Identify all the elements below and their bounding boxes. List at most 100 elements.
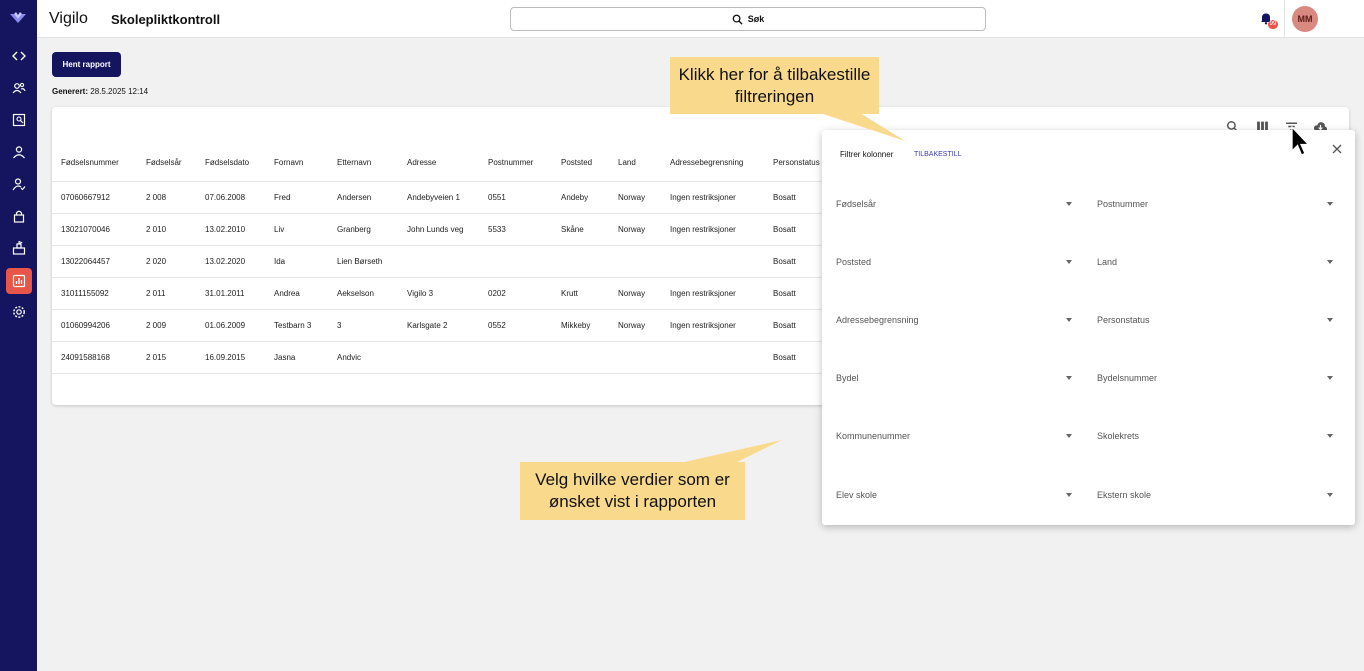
chevron-down-icon bbox=[1066, 434, 1072, 438]
reports-icon[interactable] bbox=[6, 268, 32, 294]
table-cell: Vigilo 3 bbox=[398, 277, 479, 310]
table-cell: Karlsgate 2 bbox=[398, 309, 479, 342]
filter-panel-title: Filtrer kolonner bbox=[840, 150, 894, 159]
filter-select-postnummer[interactable]: Postnummer bbox=[1097, 193, 1337, 215]
table-row[interactable]: 01060994206 2 009 01.06.2009 Testbarn 3 3 Kar… bbox=[52, 309, 822, 342]
generated-timestamp: Generert: 28.5.2025 12:14 bbox=[52, 87, 148, 96]
chevron-down-icon bbox=[1066, 318, 1072, 322]
column-header[interactable]: Etternavn bbox=[328, 145, 398, 182]
filter-select-skolekrets[interactable]: Skolekrets bbox=[1097, 425, 1337, 447]
table-header-row: Fødselsnummer Fødselsår Fødselsdato Forn… bbox=[52, 145, 822, 182]
table-cell: Bosatt bbox=[764, 245, 822, 278]
table-cell: 16.09.2015 bbox=[196, 341, 265, 374]
fetch-report-button[interactable]: Hent rapport bbox=[52, 52, 121, 77]
table-cell: 13.02.2010 bbox=[196, 213, 265, 246]
table-cell: 07060667912 bbox=[52, 181, 137, 214]
table-cell: 24091588168 bbox=[52, 341, 137, 374]
table-cell: 3 bbox=[328, 309, 398, 342]
chevron-down-icon bbox=[1327, 202, 1333, 206]
filter-select-bydelsnummer[interactable]: Bydelsnummer bbox=[1097, 367, 1337, 389]
column-header[interactable]: Personstatus bbox=[764, 145, 822, 182]
table-cell: 2 015 bbox=[137, 341, 196, 374]
table-row[interactable]: 31011155092 2 011 31.01.2011 Andrea Aekselso… bbox=[52, 277, 822, 310]
table-cell: 31.01.2011 bbox=[196, 277, 265, 310]
column-header[interactable]: Fornavn bbox=[265, 145, 328, 182]
table-cell: Ingen restriksjoner bbox=[661, 277, 764, 310]
filter-select-poststed[interactable]: Poststed bbox=[836, 251, 1076, 273]
table-cell: 0202 bbox=[479, 277, 552, 310]
search-label: Søk bbox=[747, 14, 765, 24]
table-cell: Andeby bbox=[552, 181, 609, 214]
table-cell: Lien Børseth bbox=[328, 245, 398, 278]
filter-select-label: Skolekrets bbox=[1097, 431, 1140, 441]
columns-hint-callout: Velg hvilke verdier som er ønsket vist i… bbox=[520, 462, 745, 520]
table-row[interactable]: 13021070046 2 010 13.02.2010 Liv Granberg Joh… bbox=[52, 213, 822, 246]
search-button[interactable]: Søk bbox=[510, 7, 986, 31]
table-cell: Ingen restriksjoner bbox=[661, 309, 764, 342]
table-cell: Mikkeby bbox=[552, 309, 609, 342]
table-row[interactable]: 07060667912 2 008 07.06.2008 Fred Andersen An… bbox=[52, 181, 822, 214]
table-cell: Ida bbox=[265, 245, 328, 278]
person-icon[interactable] bbox=[8, 141, 29, 162]
school-icon[interactable] bbox=[8, 237, 29, 258]
filter-select-label: Bydel bbox=[836, 373, 859, 383]
chevron-down-icon bbox=[1327, 434, 1333, 438]
table-cell: 01.06.2009 bbox=[196, 309, 265, 342]
table-cell: Bosatt bbox=[764, 277, 822, 310]
filter-select-kommunenummer[interactable]: Kommunenummer bbox=[836, 425, 1076, 447]
generated-value: 28.5.2025 12:14 bbox=[90, 87, 149, 96]
person-check-icon[interactable] bbox=[8, 173, 29, 194]
table-cell: Skåne bbox=[552, 213, 609, 246]
filter-select-label: Postnummer bbox=[1097, 199, 1149, 209]
person-search-icon[interactable] bbox=[8, 109, 29, 130]
table-cell bbox=[609, 341, 661, 374]
search-icon bbox=[732, 14, 743, 25]
column-header[interactable]: Postnummer bbox=[479, 145, 552, 182]
brand-name[interactable]: Vigilo bbox=[49, 10, 88, 28]
column-header[interactable]: Adressebegrensning bbox=[661, 145, 764, 182]
table-row[interactable]: 24091588168 2 015 16.09.2015 Jasna Andvic Bos… bbox=[52, 341, 822, 374]
table-cell: Granberg bbox=[328, 213, 398, 246]
column-header[interactable]: Poststed bbox=[552, 145, 609, 182]
sidebar bbox=[0, 0, 37, 671]
filter-select-adressebegrensning[interactable]: Adressebegrensning bbox=[836, 309, 1076, 331]
filter-select-label: Elev skole bbox=[836, 490, 878, 500]
table-cell: Norway bbox=[609, 181, 661, 214]
filter-select-personstatus[interactable]: Personstatus bbox=[1097, 309, 1337, 331]
filter-select-ekstern-skole[interactable]: Ekstern skole bbox=[1097, 484, 1337, 506]
users-icon[interactable] bbox=[8, 77, 29, 98]
close-icon[interactable] bbox=[1330, 142, 1344, 156]
table-cell: 13022064457 bbox=[52, 245, 137, 278]
table-cell: 2 009 bbox=[137, 309, 196, 342]
lock-icon[interactable] bbox=[8, 205, 29, 226]
table-cell: Norway bbox=[609, 277, 661, 310]
table-cell bbox=[609, 245, 661, 278]
table-cell: Bosatt bbox=[764, 341, 822, 374]
column-header[interactable]: Fødselsnummer bbox=[52, 145, 137, 182]
topbar-divider bbox=[1284, 0, 1285, 38]
filter-select-land[interactable]: Land bbox=[1097, 251, 1337, 273]
column-header[interactable]: Fødselsdato bbox=[196, 145, 265, 182]
table-cell bbox=[479, 341, 552, 374]
table-cell: 2 008 bbox=[137, 181, 196, 214]
table-cell: Fred bbox=[265, 181, 328, 214]
filter-select-elev-skole[interactable]: Elev skole bbox=[836, 484, 1076, 506]
table-cell bbox=[552, 245, 609, 278]
column-header[interactable]: Adresse bbox=[398, 145, 479, 182]
table-cell: 2 010 bbox=[137, 213, 196, 246]
table-cell: Norway bbox=[609, 213, 661, 246]
reset-filter-button[interactable]: TILBAKESTILL bbox=[914, 151, 961, 158]
filter-select-fodselsar[interactable]: Fødselsår bbox=[836, 193, 1076, 215]
table-cell: Bosatt bbox=[764, 309, 822, 342]
table-row[interactable]: 13022064457 2 020 13.02.2020 Ida Lien Børset… bbox=[52, 245, 822, 278]
avatar[interactable]: MM bbox=[1292, 6, 1318, 32]
vigilo-logo-icon[interactable] bbox=[9, 11, 27, 25]
chevron-down-icon bbox=[1327, 493, 1333, 497]
column-header[interactable]: Fødselsår bbox=[137, 145, 196, 182]
filter-select-bydel[interactable]: Bydel bbox=[836, 367, 1076, 389]
column-header[interactable]: Land bbox=[609, 145, 661, 182]
table-cell: Andrea bbox=[265, 277, 328, 310]
settings-icon[interactable] bbox=[8, 301, 29, 322]
table-cell: 0552 bbox=[479, 309, 552, 342]
code-icon[interactable] bbox=[8, 45, 29, 66]
